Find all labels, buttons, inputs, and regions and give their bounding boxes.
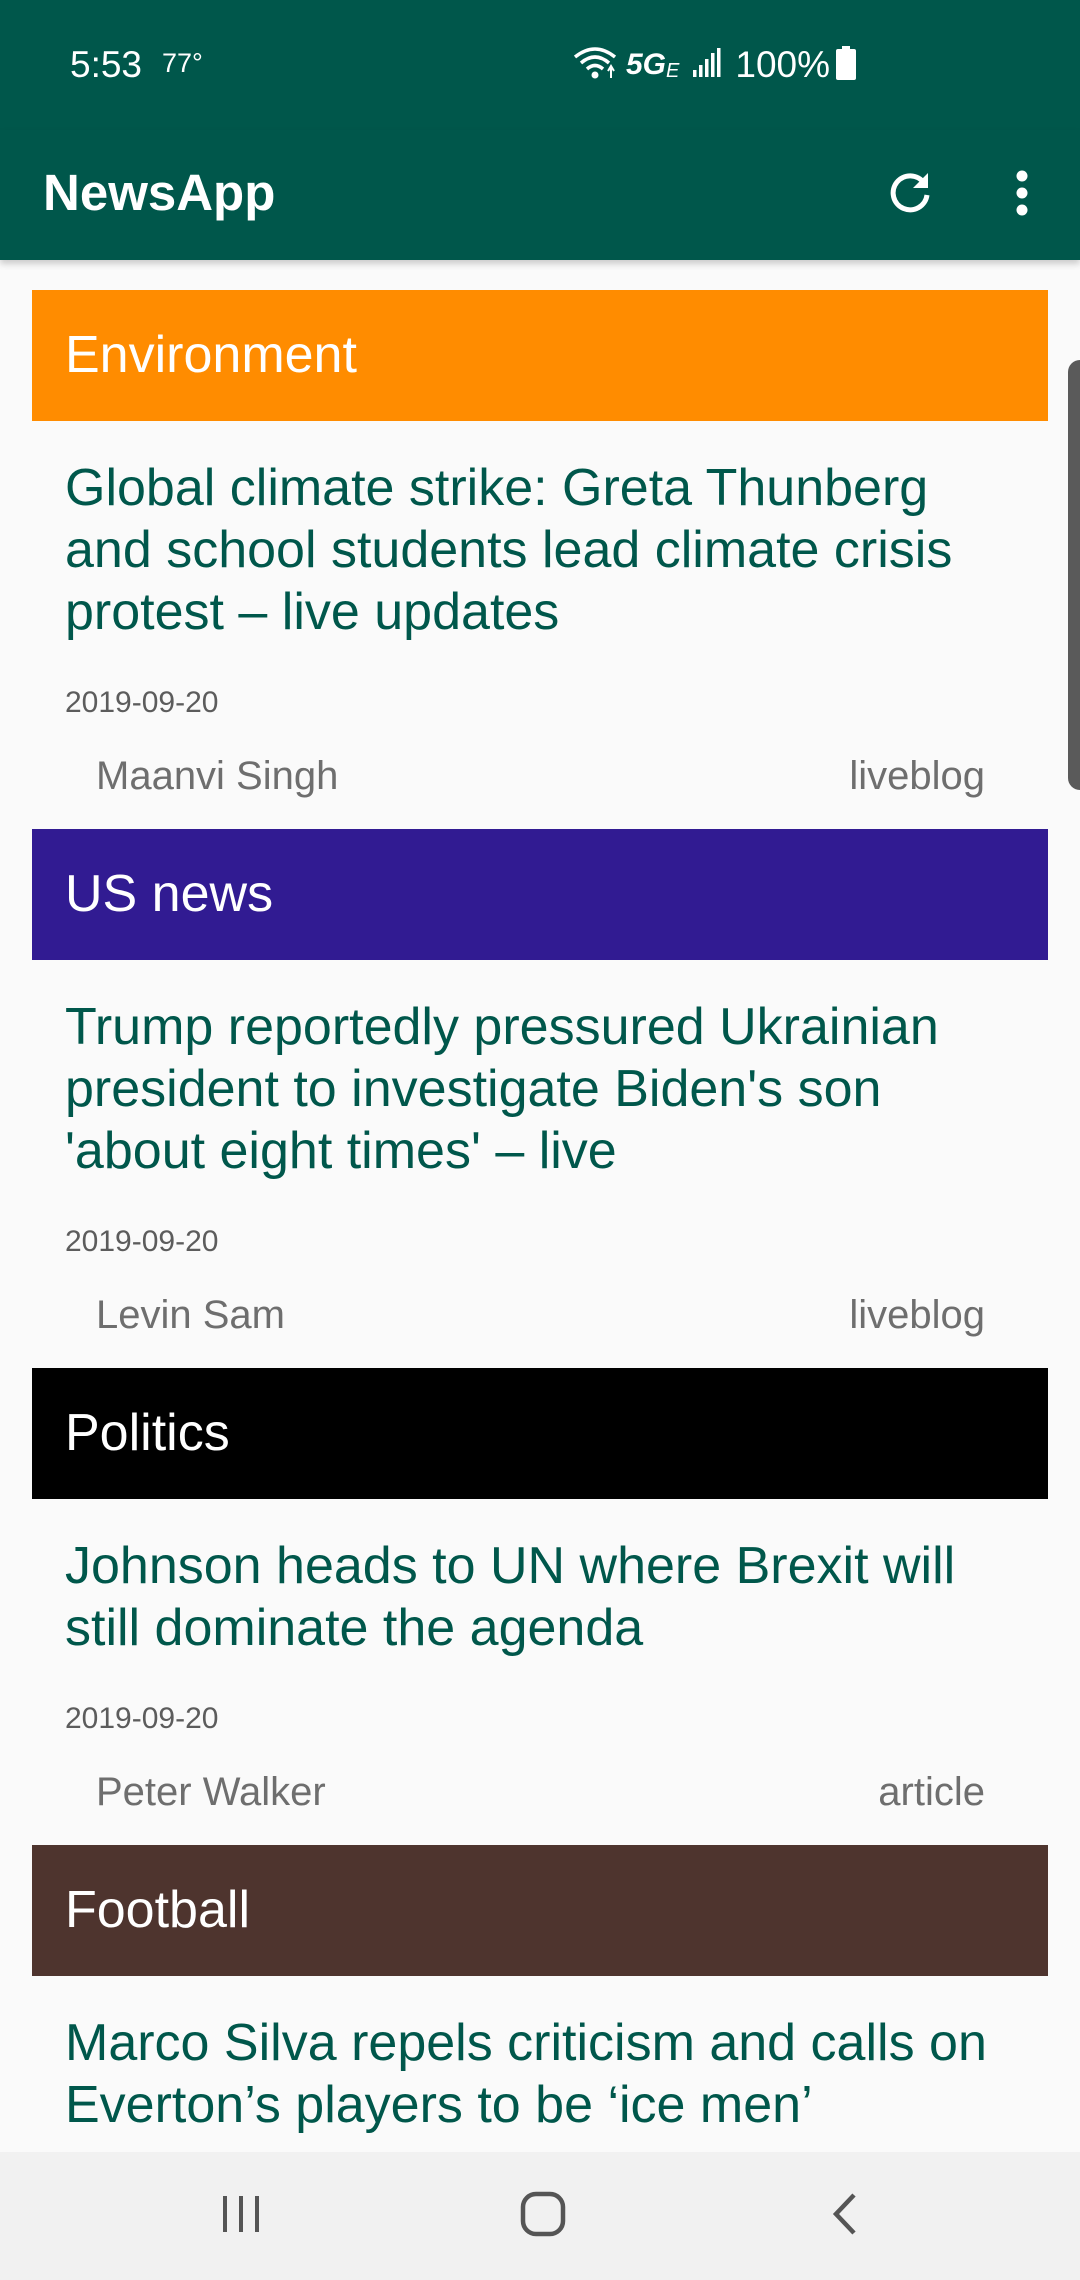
article-title[interactable]: Marco Silva repels criticism and calls o…	[32, 1976, 1048, 2136]
article-author: Peter Walker	[96, 1770, 326, 1814]
scroll-indicator[interactable]	[1068, 360, 1080, 790]
article-title[interactable]: Johnson heads to UN where Brexit will st…	[32, 1499, 1048, 1659]
app-bar: NewsApp	[0, 130, 1080, 260]
article-date: 2019-09-20	[65, 1225, 219, 1258]
app-title: NewsApp	[43, 164, 276, 221]
article-card[interactable]: Environment Global climate strike: Greta…	[32, 290, 1048, 829]
wifi-icon	[572, 45, 618, 86]
recent-apps-icon	[219, 2194, 263, 2239]
more-vert-icon	[1014, 169, 1030, 222]
home-icon	[520, 2191, 566, 2242]
news-feed[interactable]: Environment Global climate strike: Greta…	[32, 290, 1048, 2136]
status-indicators: 5G E 100%	[572, 40, 857, 90]
status-bar: 5:53 77° 5G E 100%	[0, 0, 1080, 130]
section-header: US news	[32, 829, 1048, 960]
article-card[interactable]: US news Trump reportedly pressured Ukrai…	[32, 829, 1048, 1368]
article-author: Maanvi Singh	[96, 754, 339, 798]
article-type: article	[878, 1770, 985, 1814]
article-title[interactable]: Global climate strike: Greta Thunberg an…	[32, 421, 1048, 643]
article-type: liveblog	[849, 754, 985, 798]
article-type: liveblog	[849, 1293, 985, 1337]
article-meta: Levin Sam liveblog	[32, 1288, 1048, 1343]
status-temperature: 77°	[162, 48, 203, 78]
article-author: Levin Sam	[96, 1293, 285, 1337]
status-time: 5:53	[70, 44, 143, 85]
battery-percent: 100%	[735, 44, 831, 85]
article-card[interactable]: Football Marco Silva repels criticism an…	[32, 1845, 1048, 2136]
article-date: 2019-09-20	[65, 686, 219, 719]
section-header: Football	[32, 1845, 1048, 1976]
article-title[interactable]: Trump reportedly pressured Ukrainian pre…	[32, 960, 1048, 1182]
more-options-button[interactable]	[982, 155, 1062, 235]
article-meta: Peter Walker article	[32, 1765, 1048, 1820]
refresh-icon	[886, 169, 934, 222]
network-type-suffix: E	[666, 59, 680, 82]
navigation-bar	[0, 2152, 1080, 2280]
network-type: 5G	[626, 48, 667, 81]
back-icon	[830, 2191, 860, 2242]
refresh-button[interactable]	[870, 155, 950, 235]
signal-icon	[691, 47, 721, 83]
article-card[interactable]: Politics Johnson heads to UN where Brexi…	[32, 1368, 1048, 1845]
home-button[interactable]	[493, 2176, 593, 2256]
section-header: Politics	[32, 1368, 1048, 1499]
back-button[interactable]	[795, 2176, 895, 2256]
article-date: 2019-09-20	[65, 1702, 219, 1735]
article-meta: Maanvi Singh liveblog	[32, 749, 1048, 804]
battery-icon	[836, 45, 857, 85]
recent-apps-button[interactable]	[191, 2176, 291, 2256]
section-header: Environment	[32, 290, 1048, 421]
